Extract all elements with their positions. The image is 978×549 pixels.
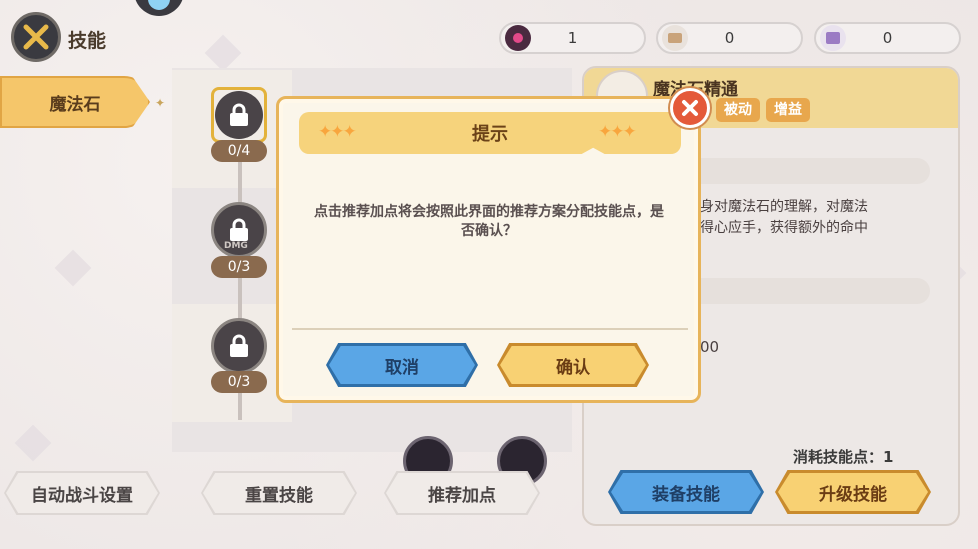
dialog-message: 点击推荐加点将会按照此界面的推荐方案分配技能点，是否确认？ (314, 204, 664, 239)
close-dialog-button[interactable] (670, 88, 710, 128)
dialog-title: 提示 (472, 124, 508, 145)
close-icon (682, 100, 698, 116)
cancel-button[interactable]: 取消 (326, 343, 478, 387)
confirm-button[interactable]: 确认 (497, 343, 649, 387)
button-label: 确认 (556, 357, 590, 378)
button-face: 确认 (500, 346, 646, 384)
sparkle-icon: ✦✦✦ (318, 122, 357, 142)
dialog-divider (292, 328, 688, 330)
button-label: 取消 (385, 357, 419, 378)
sparkle-icon: ✦✦✦ (598, 122, 637, 142)
button-face: 取消 (329, 346, 475, 384)
